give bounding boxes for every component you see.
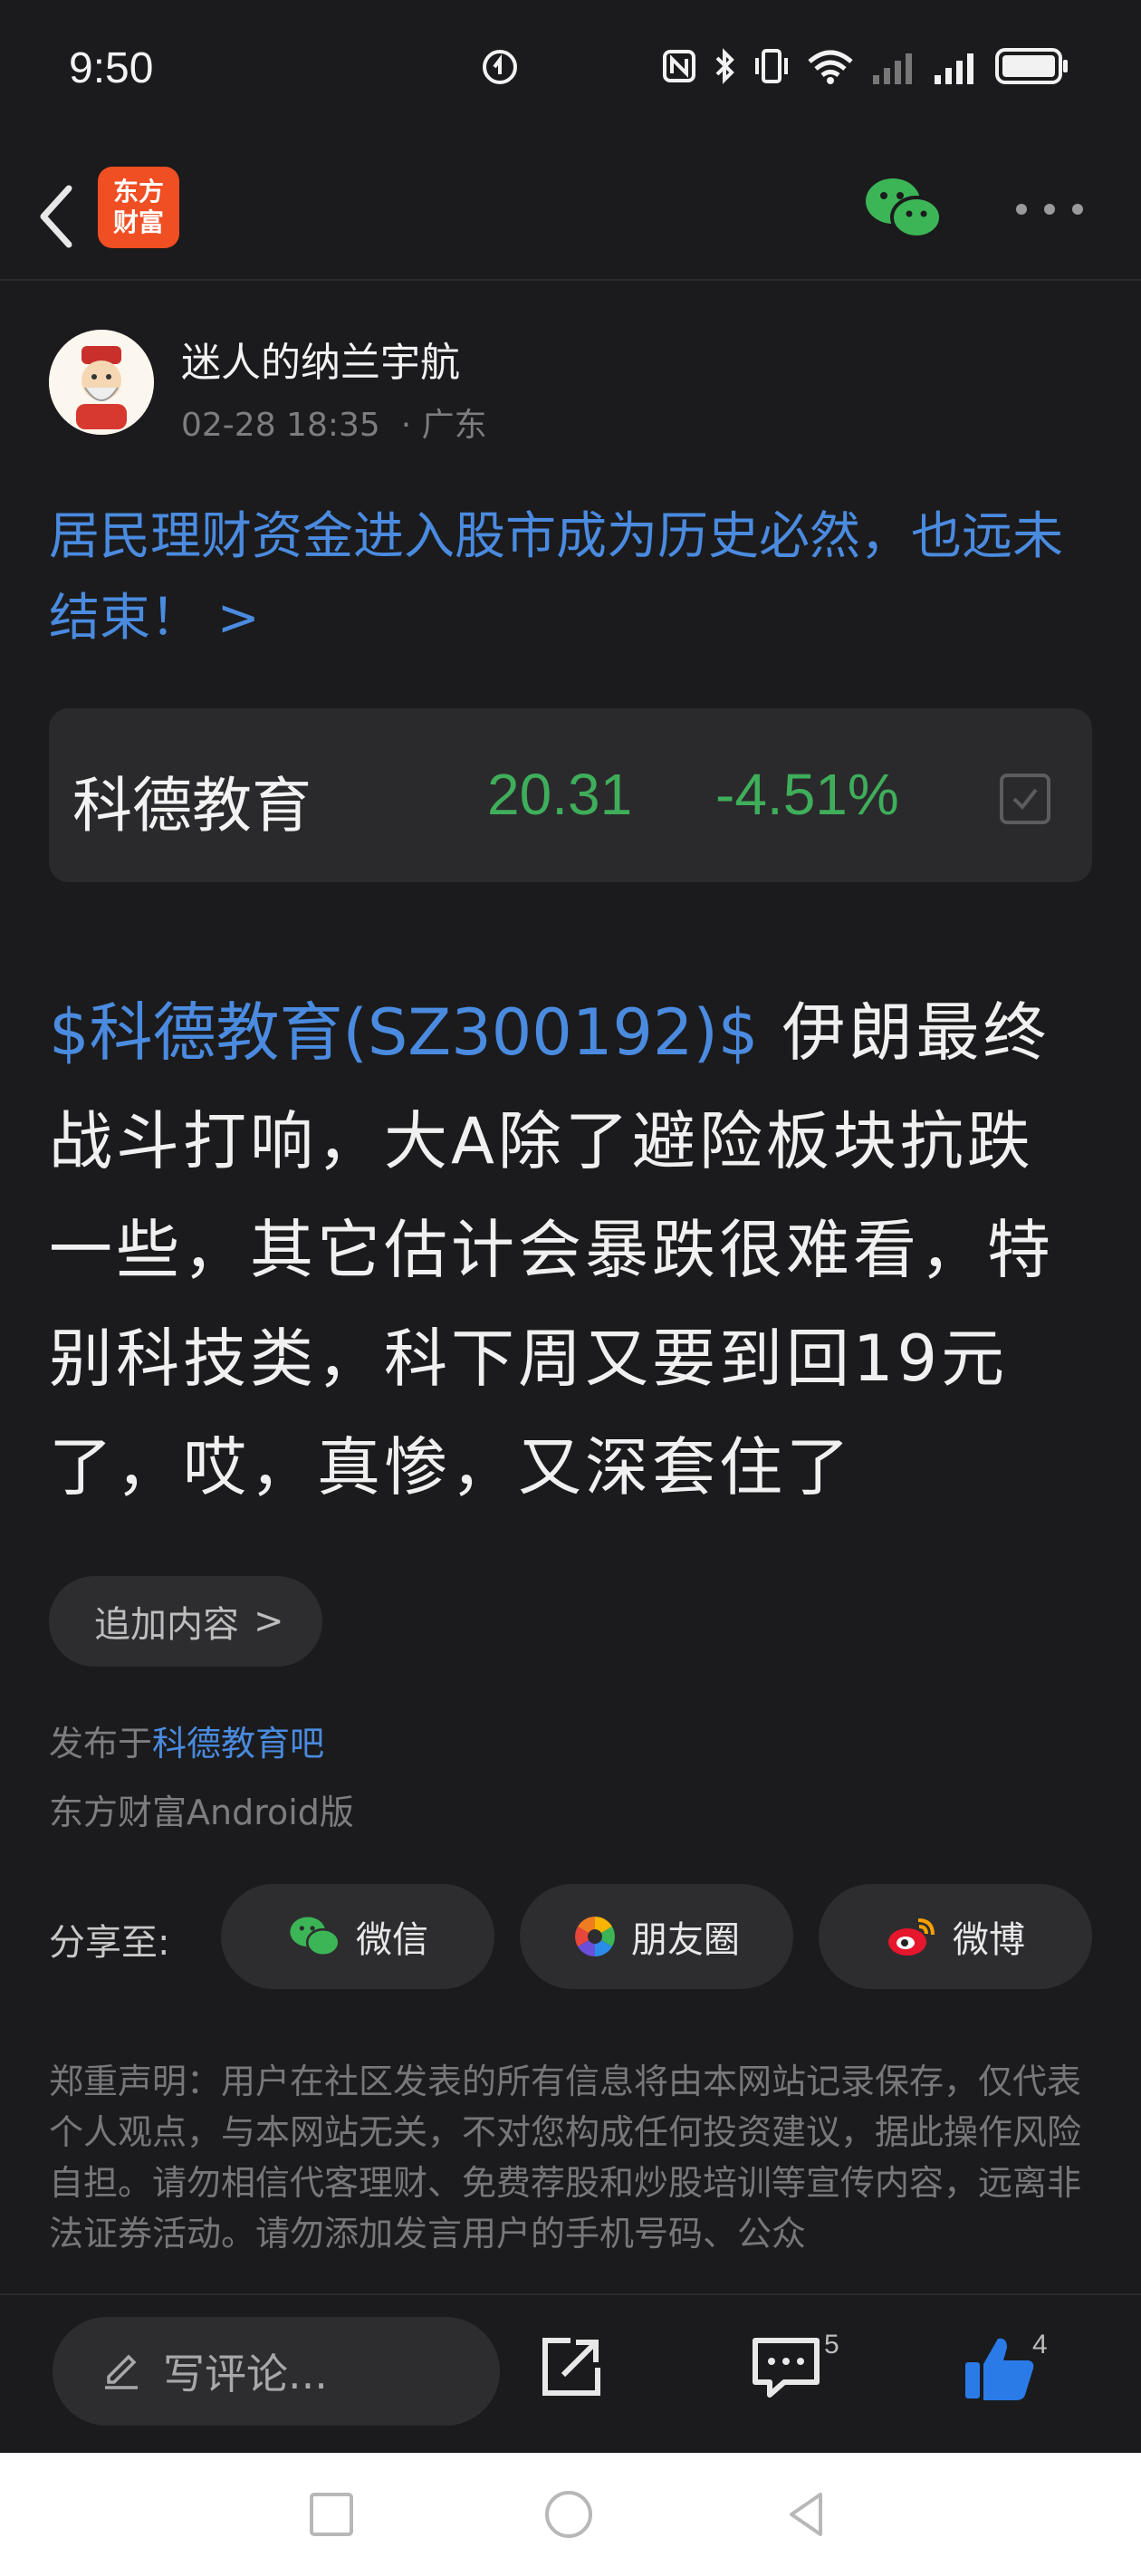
thumbs-up-icon <box>965 2338 1034 2400</box>
headline-link[interactable]: 居民理财资金进入股市成为历史必然，也远未结束！ > <box>49 496 1099 659</box>
sync-icon <box>480 47 520 91</box>
share-out-button[interactable] <box>534 2331 616 2413</box>
wechat-share-button[interactable] <box>862 172 944 245</box>
comments-button[interactable] <box>748 2331 829 2413</box>
status-time: 9:50 <box>69 44 154 92</box>
recents-button[interactable] <box>304 2487 359 2542</box>
watchlist-checkbox[interactable] <box>1000 774 1050 824</box>
share-weibo-label: 微博 <box>953 1919 1025 1961</box>
wifi-icon <box>806 47 855 93</box>
meta-separator: · <box>400 407 412 444</box>
disclaimer: 郑重声明：用户在社区发表的所有信息将由本网站记录保存，仅代表个人观点，与本网站无… <box>49 2062 1082 2254</box>
triangle-back-icon <box>790 2493 822 2536</box>
author-row: 迷人的纳兰宇航 02-28 18:35 · 广东 <box>49 330 1099 447</box>
battery-icon <box>994 47 1070 93</box>
stock-bar-link[interactable]: 科德教育吧 <box>152 1724 324 1764</box>
published-in: 发布于科德教育吧 <box>49 1716 324 1765</box>
share-weibo-button[interactable]: 微博 <box>819 1884 1092 1989</box>
home-button[interactable] <box>542 2487 596 2542</box>
status-bar: 9:50 <box>0 0 1141 145</box>
bottom-action-bar: 写评论... 5 4 <box>0 2293 1141 2453</box>
post-body: $科德教育(SZ300192)$ 伊朗最终战斗打响，大A除了避险板块抗跌一些，其… <box>49 978 1099 1522</box>
back-button[interactable] <box>27 176 91 257</box>
back-nav-button[interactable] <box>779 2487 833 2542</box>
share-wechat-label: 微信 <box>356 1919 428 1961</box>
chevron-right-icon: > <box>254 1600 284 1642</box>
signal-icon <box>933 48 978 92</box>
share-label: 分享至: <box>49 1922 170 1964</box>
share-moments-label: 朋友圈 <box>631 1919 740 1961</box>
comment-bubble-icon <box>753 2338 820 2398</box>
moments-icon <box>575 1917 615 1956</box>
vibrate-icon <box>753 47 790 93</box>
circle-icon <box>545 2491 592 2538</box>
comment-placeholder: 写评论... <box>163 2350 328 2398</box>
share-wechat-button[interactable]: 微信 <box>221 1884 494 1989</box>
client-source: 东方财富Android版 <box>49 1793 354 1832</box>
post-location: 广东 <box>421 407 487 444</box>
signal-icon <box>871 48 916 92</box>
more-dots-icon <box>1016 204 1083 215</box>
stock-name: 科德教育 <box>72 771 312 841</box>
published-prefix: 发布于 <box>49 1724 153 1764</box>
stock-change: -4.51% <box>715 762 899 827</box>
app-logo: 东方财富 <box>98 167 179 248</box>
post-meta: 02-28 18:35 · 广东 <box>181 399 487 446</box>
status-icons <box>661 47 1070 93</box>
more-button[interactable] <box>1009 187 1090 232</box>
avatar-image <box>49 330 154 435</box>
app-header: 东方财富 <box>0 145 1141 281</box>
append-label: 追加内容 <box>94 1604 239 1646</box>
square-icon <box>310 2493 353 2536</box>
post-text: 伊朗最终战斗打响，大A除了避险板块抗跌一些，其它估计会暴跌很难看，特别科技类，科… <box>49 995 1054 1504</box>
chevron-left-icon <box>40 185 72 248</box>
author-name[interactable]: 迷人的纳兰宇航 <box>181 330 460 388</box>
like-button[interactable] <box>962 2331 1043 2413</box>
wechat-icon <box>866 178 943 239</box>
like-count: 4 <box>1032 2330 1048 2360</box>
wechat-icon <box>290 1917 340 1957</box>
post-datetime: 02-28 18:35 <box>181 407 380 444</box>
comment-input[interactable]: 写评论... <box>53 2317 500 2426</box>
nfc-icon <box>661 48 697 92</box>
stock-tag-link[interactable]: $科德教育(SZ300192)$ <box>49 995 758 1070</box>
avatar[interactable] <box>49 330 154 435</box>
share-moments-button[interactable]: 朋友圈 <box>520 1884 793 1989</box>
stock-price: 20.31 <box>487 762 633 827</box>
system-nav-bar <box>0 2453 1141 2576</box>
bluetooth-icon <box>714 47 737 93</box>
weibo-icon <box>888 1918 935 1956</box>
comment-count: 5 <box>824 2330 839 2360</box>
check-icon <box>1012 788 1038 811</box>
pencil-icon <box>105 2354 138 2389</box>
share-out-icon <box>542 2338 600 2396</box>
append-content-button[interactable]: 追加内容 > <box>49 1576 322 1667</box>
stock-card[interactable]: 科德教育 20.31 -4.51% <box>49 708 1092 882</box>
